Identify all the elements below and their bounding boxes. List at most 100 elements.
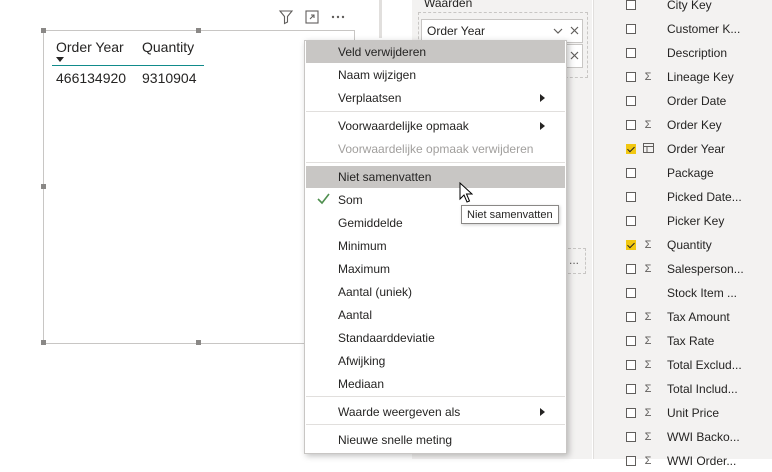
focus-mode-icon[interactable] [302, 7, 322, 27]
menu-item[interactable]: Mediaan [306, 373, 565, 395]
field-checkbox[interactable] [626, 408, 636, 418]
menu-separator [306, 396, 565, 397]
field-name: Customer K... [667, 22, 741, 36]
field-list-item[interactable]: Σ Tax Rate [626, 330, 714, 352]
field-checkbox[interactable] [626, 456, 636, 466]
field-checkbox[interactable] [626, 24, 636, 34]
chevron-down-icon[interactable] [550, 24, 566, 38]
field-list-item[interactable]: Σ Quantity [626, 234, 712, 256]
field-checkbox[interactable] [626, 360, 636, 370]
submenu-arrow-icon [540, 122, 545, 130]
menu-item[interactable]: Niet samenvatten [306, 166, 565, 188]
menu-item[interactable]: Maximum [306, 258, 565, 280]
sum-icon: Σ [644, 239, 652, 251]
table-row: 466134920 9310904 [56, 70, 222, 86]
field-list-item[interactable]: Σ Total Exclud... [626, 354, 742, 376]
field-name: WWI Backo... [667, 430, 740, 444]
sum-icon: Σ [644, 119, 652, 131]
header-underline [52, 65, 204, 66]
field-checkbox[interactable] [626, 336, 636, 346]
more-options-icon[interactable] [328, 7, 348, 27]
field-list-item[interactable]: Σ Tax Amount [626, 306, 730, 328]
hierarchy-table-icon [641, 142, 655, 156]
menu-item[interactable]: Minimum [306, 235, 565, 257]
resize-handle[interactable] [41, 184, 46, 189]
sum-icon: Σ [644, 431, 652, 443]
field-name: Order Date [667, 94, 727, 108]
menu-separator [306, 111, 565, 112]
resize-handle[interactable] [196, 28, 201, 33]
sum-icon: Σ [644, 359, 652, 371]
field-context-menu: Veld verwijderen Naam wijzigen Verplaatsen… [304, 40, 567, 454]
field-list-item[interactable]: Σ Salesperson... [626, 258, 744, 280]
field-name: Order Year [667, 142, 726, 156]
field-checkbox[interactable] [626, 48, 636, 58]
field-checkbox[interactable] [626, 288, 636, 298]
menu-item-label: Aantal (uniek) [338, 285, 413, 299]
remove-field-icon[interactable] [566, 24, 582, 38]
sum-icon: Σ [644, 263, 652, 275]
field-list-item[interactable]: Picker Key [626, 210, 724, 232]
menu-item[interactable]: Standaarddeviatie [306, 327, 565, 349]
field-list-item[interactable]: Σ WWI Order... [626, 450, 736, 472]
field-checkbox[interactable] [626, 0, 636, 10]
menu-item-label: Veld verwijderen [338, 45, 427, 59]
resize-handle[interactable] [41, 28, 46, 33]
field-checkbox[interactable] [626, 144, 636, 154]
menu-item-label: Niet samenvatten [338, 170, 432, 184]
menu-item: Voorwaardelijke opmaak verwijderen [306, 138, 565, 160]
field-checkbox[interactable] [626, 312, 636, 322]
field-list-item[interactable]: Picked Date... [626, 186, 742, 208]
field-checkbox[interactable] [626, 264, 636, 274]
remove-field-icon[interactable] [566, 49, 582, 63]
field-list-item[interactable]: City Key [626, 0, 712, 16]
menu-item[interactable]: Nieuwe snelle meting [306, 429, 565, 451]
menu-item-label: Gemiddelde [338, 216, 403, 230]
field-list-item[interactable]: Description [626, 42, 727, 64]
menu-item-label: Maximum [338, 262, 391, 276]
field-list-item[interactable]: Σ Total Includ... [626, 378, 738, 400]
field-checkbox[interactable] [626, 96, 636, 106]
field-list-item[interactable]: Stock Item ... [626, 282, 737, 304]
menu-item-label: Mediaan [338, 377, 385, 391]
checkmark-icon [317, 192, 330, 208]
menu-item[interactable]: Veld verwijderen [306, 41, 565, 63]
menu-item[interactable]: Aantal [306, 304, 565, 326]
field-checkbox[interactable] [626, 72, 636, 82]
resize-handle[interactable] [196, 340, 201, 345]
menu-item[interactable]: Afwijking [306, 350, 565, 372]
menu-separator [306, 424, 565, 425]
field-list-item[interactable]: Package [626, 162, 714, 184]
column-header-order-year[interactable]: Order Year [56, 39, 142, 55]
field-list-item[interactable]: Σ Lineage Key [626, 66, 734, 88]
field-list-item[interactable]: Σ WWI Backo... [626, 426, 740, 448]
field-name: Tax Amount [667, 310, 730, 324]
resize-handle[interactable] [41, 340, 46, 345]
menu-item[interactable]: Naam wijzigen [306, 64, 565, 86]
field-name: Tax Rate [667, 334, 715, 348]
field-checkbox[interactable] [626, 384, 636, 394]
field-checkbox[interactable] [626, 432, 636, 442]
column-header-quantity[interactable]: Quantity [142, 39, 222, 55]
field-pill-label: Order Year [427, 24, 486, 38]
field-list-item[interactable]: Order Date [626, 90, 726, 112]
sort-descending-icon [56, 57, 64, 62]
field-name: Salesperson... [667, 262, 744, 276]
field-checkbox[interactable] [626, 168, 636, 178]
field-list-item[interactable]: Σ Unit Price [626, 402, 719, 424]
menu-item[interactable]: Waarde weergeven als [306, 401, 565, 423]
menu-item[interactable]: Verplaatsen [306, 87, 565, 109]
field-checkbox[interactable] [626, 120, 636, 130]
field-list-item[interactable]: Customer K... [626, 18, 740, 40]
field-checkbox[interactable] [626, 240, 636, 250]
field-checkbox[interactable] [626, 216, 636, 226]
field-list-item[interactable]: Order Year [626, 138, 725, 160]
field-name: Package [667, 166, 714, 180]
submenu-arrow-icon [540, 94, 545, 102]
fields-pane: City Key Customer K... Description Σ Lineage… [593, 0, 772, 468]
menu-item[interactable]: Voorwaardelijke opmaak [306, 115, 565, 137]
filter-icon[interactable] [276, 7, 296, 27]
menu-item[interactable]: Aantal (uniek) [306, 281, 565, 303]
field-list-item[interactable]: Σ Order Key [626, 114, 722, 136]
field-checkbox[interactable] [626, 192, 636, 202]
